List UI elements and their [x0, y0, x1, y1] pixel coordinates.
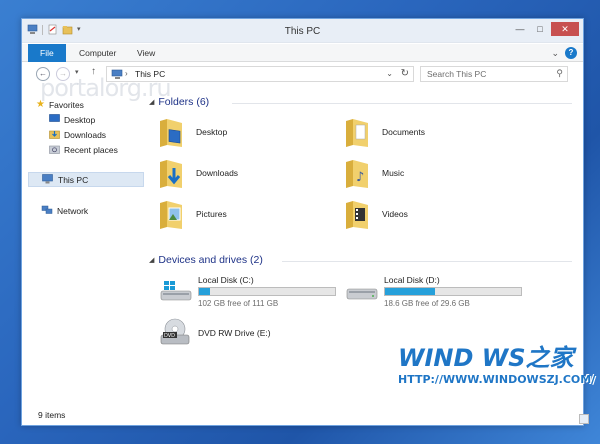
videos-folder-icon: [344, 197, 370, 231]
pictures-folder-icon: [158, 197, 184, 231]
sidebar-item-desktop[interactable]: Desktop: [49, 114, 95, 125]
windows-watermark-logo: WIND WS之家: [398, 344, 574, 372]
folder-label: Downloads: [196, 168, 239, 178]
drive-label: Local Disk (C:): [198, 275, 254, 285]
sidebar-item-label: Desktop: [64, 114, 96, 125]
drive-usage-fill: [199, 288, 210, 295]
address-dropdown-icon[interactable]: ⌄: [386, 69, 393, 78]
drive-usage-bar: [384, 287, 522, 296]
maximize-button[interactable]: □: [531, 22, 549, 36]
search-box[interactable]: Search This PC ⚲: [420, 66, 568, 82]
group-divider: [232, 103, 572, 104]
folder-downloads[interactable]: Downloads: [158, 156, 238, 190]
music-folder-icon: ♪: [344, 156, 370, 190]
search-icon[interactable]: ⚲: [556, 68, 563, 79]
expand-ribbon-icon[interactable]: ⌄: [551, 48, 559, 59]
folder-label: Videos: [382, 209, 408, 219]
tab-file[interactable]: File: [28, 44, 66, 62]
collapse-chevron-icon[interactable]: ◢: [149, 256, 154, 264]
close-button[interactable]: ✕: [551, 22, 579, 36]
folder-desktop[interactable]: Desktop: [158, 115, 227, 149]
this-pc-icon: [42, 173, 54, 186]
item-count: 9 items: [38, 410, 66, 420]
sidebar-item-label: This PC: [58, 174, 89, 185]
folder-label: Desktop: [196, 127, 228, 137]
window-controls: — □ ✕: [511, 22, 579, 36]
folder-label: Music: [382, 168, 405, 178]
folder-label: Pictures: [196, 209, 227, 219]
drive-usage-bar: [198, 287, 336, 296]
minimize-button[interactable]: —: [511, 22, 529, 36]
desktop-icon: [49, 114, 60, 125]
recent-places-icon: [49, 144, 60, 156]
ribbon-tabs: File Computer View ⌄ ?: [22, 44, 583, 62]
hard-drive-windows-icon: [160, 279, 194, 301]
documents-folder-icon: [344, 115, 370, 149]
sidebar-item-network[interactable]: Network: [41, 205, 88, 217]
folder-documents[interactable]: Documents: [344, 115, 425, 149]
folder-music[interactable]: ♪ Music: [344, 156, 404, 190]
ribbon-right-controls: ⌄ ?: [551, 47, 577, 59]
drive-d[interactable]: Local Disk (D:) 18.6 GB free of 29.6 GB: [346, 275, 546, 311]
drive-free-space: 18.6 GB free of 29.6 GB: [384, 299, 470, 308]
folder-label: Documents: [382, 127, 425, 137]
help-icon[interactable]: ?: [565, 47, 577, 59]
group-divider: [282, 261, 572, 262]
portal-watermark: portalorg.ru: [40, 74, 172, 102]
drive-c[interactable]: Local Disk (C:) 102 GB free of 111 GB: [160, 275, 360, 311]
window-title: This PC: [284, 26, 321, 37]
large-icons-view-icon[interactable]: [579, 414, 589, 424]
svg-text:♪: ♪: [356, 170, 364, 185]
sidebar-item-label: Recent places: [64, 145, 118, 155]
windows-watermark-url: HTTP://WWW.WINDOWSZJ.COM/: [398, 373, 596, 386]
downloads-icon: [49, 129, 60, 141]
drive-usage-fill: [385, 288, 436, 295]
drive-label: Local Disk (D:): [384, 275, 440, 285]
search-input[interactable]: Search This PC: [427, 69, 486, 79]
network-icon: [41, 205, 53, 217]
hard-drive-icon: [346, 279, 380, 301]
drive-label: DVD RW Drive (E:): [198, 328, 271, 338]
refresh-icon[interactable]: ↻: [401, 68, 409, 79]
sidebar-item-recent-places[interactable]: Recent places: [49, 144, 118, 156]
tab-computer[interactable]: Computer: [70, 44, 125, 62]
folder-pictures[interactable]: Pictures: [158, 197, 227, 231]
devices-group-header[interactable]: ◢ Devices and drives (2): [149, 254, 263, 266]
sidebar-item-label: Network: [57, 206, 89, 216]
title-bar: ▾ This PC — □ ✕: [22, 19, 583, 43]
drive-e[interactable]: DVD DVD RW Drive (E:): [160, 317, 360, 353]
desktop-folder-icon: [158, 115, 184, 149]
navigation-pane: ★ Favorites Desktop Downloads Recent pla…: [22, 87, 144, 401]
sidebar-item-downloads[interactable]: Downloads: [49, 129, 106, 141]
svg-text:DVD: DVD: [164, 333, 175, 339]
sidebar-item-label: Downloads: [64, 130, 107, 140]
devices-header-text: Devices and drives (2): [158, 254, 263, 266]
tab-view[interactable]: View: [128, 44, 164, 62]
status-bar: 9 items: [22, 405, 589, 425]
dvd-drive-icon: DVD: [160, 317, 194, 347]
downloads-folder-icon: [158, 156, 184, 190]
drive-free-space: 102 GB free of 111 GB: [198, 299, 279, 308]
folder-videos[interactable]: Videos: [344, 197, 408, 231]
sidebar-item-this-pc[interactable]: This PC: [28, 172, 144, 187]
